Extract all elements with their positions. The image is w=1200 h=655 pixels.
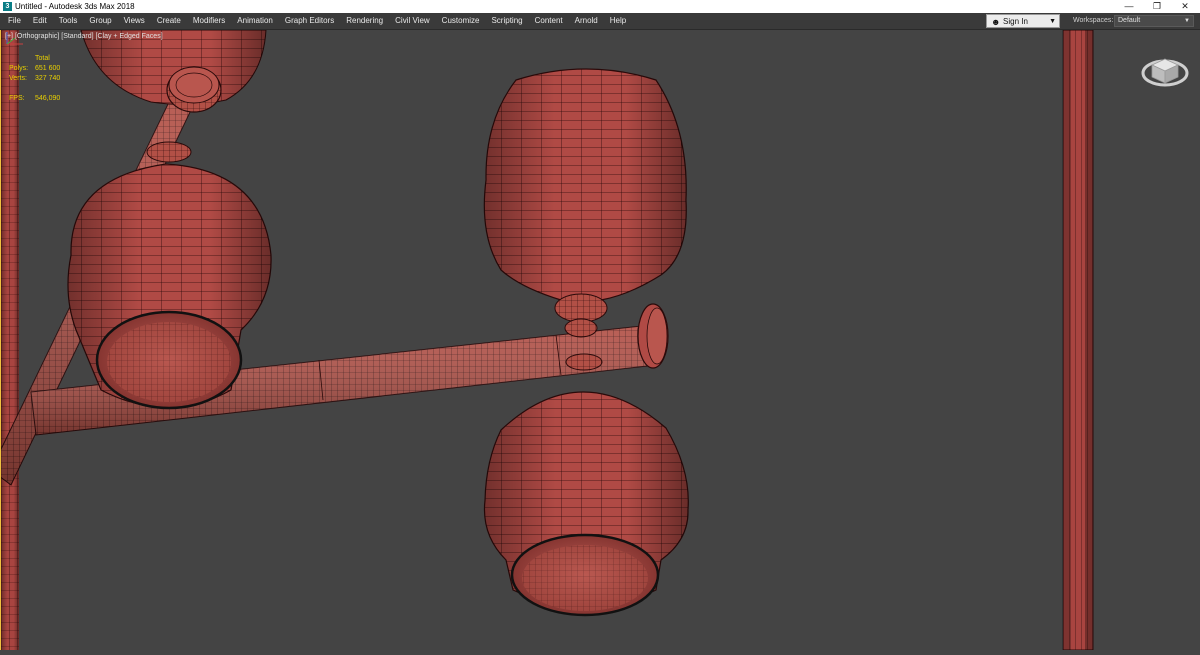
polys-label: Polys: bbox=[9, 65, 29, 72]
menu-item-group[interactable]: Group bbox=[83, 13, 117, 29]
user-icon: ☻ bbox=[991, 17, 1001, 27]
fps-value: 546,090 bbox=[35, 95, 61, 102]
window-title: Untitled - Autodesk 3ds Max 2018 bbox=[15, 2, 135, 11]
verts-label: Verts: bbox=[9, 75, 27, 82]
viewcube-icon[interactable] bbox=[1140, 53, 1190, 93]
viewport-orthographic[interactable]: [+] [Orthographic] [Standard] [Clay + Ed… bbox=[0, 30, 1063, 650]
sign-in-label: Sign In bbox=[1003, 17, 1028, 26]
menu-item-modifiers[interactable]: Modifiers bbox=[187, 13, 231, 29]
menu-item-customize[interactable]: Customize bbox=[436, 13, 486, 29]
3ds-max-logo-icon: 3 bbox=[3, 2, 12, 11]
stats-header: Total bbox=[35, 55, 50, 62]
lower-right-lamp-mesh bbox=[483, 353, 689, 617]
fps-label: FPS: bbox=[9, 95, 25, 102]
viewport-shading-mode-button[interactable]: [Clay + Edged Faces] bbox=[96, 33, 163, 40]
chevron-down-icon: ▼ bbox=[1184, 18, 1190, 24]
polys-value: 651 600 bbox=[35, 65, 61, 72]
menu-item-graph-editors[interactable]: Graph Editors bbox=[279, 13, 340, 29]
top-lamp-mesh bbox=[80, 30, 267, 113]
chevron-down-icon: ▼ bbox=[1049, 18, 1056, 25]
menu-item-scripting[interactable]: Scripting bbox=[485, 13, 528, 29]
menu-item-create[interactable]: Create bbox=[151, 13, 187, 29]
axis-tripod-icon bbox=[6, 32, 23, 45]
verts-value: 327 740 bbox=[35, 75, 61, 82]
workspaces-value: Default bbox=[1118, 17, 1141, 24]
main-menu: File Edit Tools Group Views Create Modifiers An… bbox=[0, 13, 632, 29]
restore-icon[interactable]: ❐ bbox=[1143, 0, 1171, 13]
menu-item-file[interactable]: File bbox=[0, 13, 27, 29]
right-viewport[interactable] bbox=[1062, 29, 1200, 651]
menu-bar: File Edit Tools Group Views Create Modifiers An… bbox=[0, 13, 1200, 30]
close-icon[interactable]: ✕ bbox=[1171, 0, 1199, 13]
right-viewport-scene bbox=[1062, 29, 1094, 651]
viewport-statistics: Total Polys: 651 600 Verts: 327 740 FPS:… bbox=[9, 54, 69, 104]
viewport-scene[interactable] bbox=[1, 30, 1063, 650]
menu-item-civil-view[interactable]: Civil View bbox=[389, 13, 436, 29]
sign-in-button[interactable]: ☻ Sign In ▼ bbox=[986, 14, 1060, 28]
left-lamp-mesh bbox=[67, 141, 272, 410]
left-pole-mesh bbox=[1, 30, 19, 650]
menu-item-animation[interactable]: Animation bbox=[231, 13, 279, 29]
title-bar: 3 Untitled - Autodesk 3ds Max 2018 — ❐ ✕ bbox=[0, 0, 1200, 13]
workspaces-label: Workspaces: bbox=[1073, 17, 1114, 24]
menu-item-arnold[interactable]: Arnold bbox=[569, 13, 604, 29]
menu-item-tools[interactable]: Tools bbox=[53, 13, 84, 29]
viewport-shading-preset-button[interactable]: [Standard] bbox=[61, 33, 93, 40]
menu-item-views[interactable]: Views bbox=[118, 13, 151, 29]
upper-right-lamp-mesh bbox=[483, 68, 687, 338]
menu-item-help[interactable]: Help bbox=[604, 13, 632, 29]
menu-item-edit[interactable]: Edit bbox=[27, 13, 53, 29]
minimize-icon[interactable]: — bbox=[1115, 0, 1143, 13]
right-pole-mesh bbox=[1062, 29, 1094, 651]
menu-item-rendering[interactable]: Rendering bbox=[340, 13, 389, 29]
menu-item-content[interactable]: Content bbox=[529, 13, 569, 29]
workspaces-dropdown[interactable]: Default ▼ bbox=[1114, 15, 1194, 27]
